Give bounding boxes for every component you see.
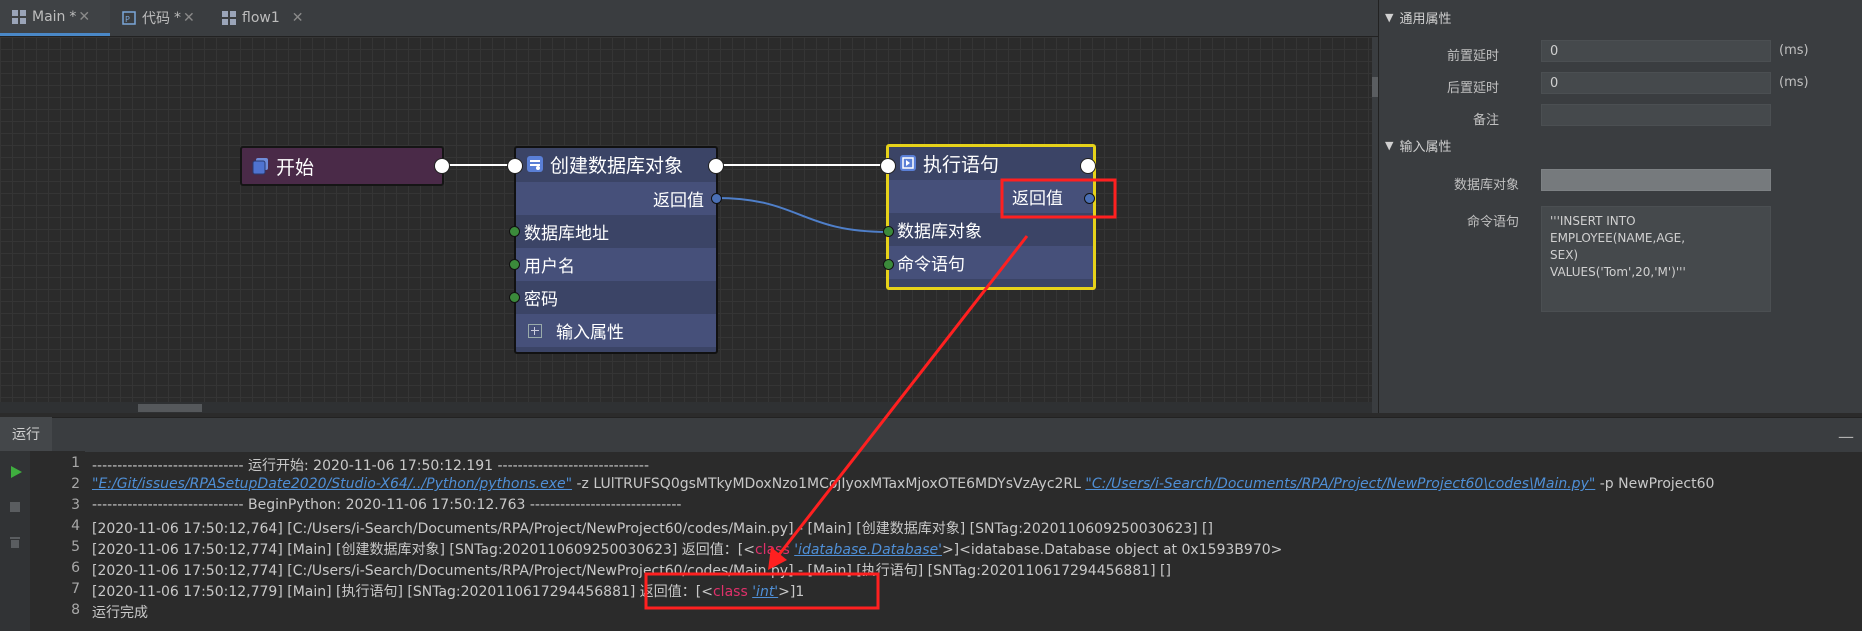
property-panel: ▼ 通用属性 前置延时 0 (ms) 后置延时 0 (ms) 备注 ▼ 输入属性… [1378,0,1862,413]
section-general[interactable]: ▼ 通用属性 [1379,2,1862,32]
section-input-title: 输入属性 [1399,139,1452,155]
console-header [0,417,1862,452]
node-start-out-port[interactable] [434,158,450,174]
command-line: '''INSERT INTO EMPLOYEE(NAME,AGE, [1550,214,1686,245]
input-password-label: 密码 [524,290,558,310]
node-exec-input-row: 数据库对象 [889,213,1093,246]
python-exe-link[interactable]: "E:/Git/issues/RPASetupDate2020/Studio-X… [92,476,572,492]
input-db-object-label: 数据库对象 [897,222,982,242]
db-object-label: 数据库对象 [1453,178,1519,193]
note-label: 备注 [1472,113,1499,128]
minimize-icon[interactable]: — [1838,427,1854,446]
input-password-port[interactable] [509,292,520,303]
line-number: 4 [71,518,80,534]
node-create-db-input-row: 密码 [516,281,716,314]
db-object-input[interactable] [1541,169,1771,191]
collapse-triangle-icon[interactable]: ▼ [1385,139,1393,152]
node-create-db-return-port[interactable] [711,193,722,204]
console-text: [2020-11-06 17:50:12,779] [Main] [执行语句] … [92,584,713,600]
node-create-db-output-row: 返回值 [516,182,716,215]
input-command-port[interactable] [883,259,894,270]
console-line: [2020-11-06 17:50:12,774] [Main] [创建数据库对… [92,539,1282,559]
node-create-db[interactable]: 创建数据库对象 返回值 数据库地址 用户名 密码 输入属性 [514,146,718,354]
console-line: [2020-11-06 17:50:12,774] [C:/Users/i-Se… [92,563,1171,579]
collapse-triangle-icon[interactable]: ▼ [1385,11,1393,24]
console-args: -z LUlTRUFSQ0gsMTkyMDoxNzo1MCojIyoxMTaxM… [572,476,1086,492]
expand-plus-icon[interactable] [528,323,542,338]
node-start-header: 开始 [242,148,442,184]
command-label: 命令语句 [1466,215,1519,230]
pre-delay-input[interactable]: 0 [1541,40,1771,62]
line-number: 5 [71,539,80,555]
wire-return-to-dbobj [715,197,889,233]
tab-run[interactable]: 运行 [0,417,52,451]
console-line: 运行完成 [92,605,148,621]
input-username-label: 用户名 [524,257,575,277]
command-line: SEX) [1550,248,1579,262]
input-db-address-port[interactable] [509,226,520,237]
section-input[interactable]: ▼ 输入属性 [1379,130,1862,160]
main-py-link[interactable]: "C:/Users/i-Search/Documents/RPA/Project… [1085,476,1595,492]
node-exec-input-row: 命令语句 [889,246,1093,279]
line-number: 8 [71,602,80,618]
post-delay-input[interactable]: 0 [1541,72,1771,94]
node-exec-output-row: 返回值 [889,180,1093,213]
input-command-label: 命令语句 [897,255,965,275]
input-db-address-label: 数据库地址 [524,224,609,244]
command-line: VALUES('Tom',20,'M')''' [1550,265,1686,279]
input-db-object-port[interactable] [883,226,894,237]
database-icon [527,156,543,172]
node-create-db-in-port[interactable] [507,158,523,174]
console-line: [2020-11-06 17:50:12,764] [C:/Users/i-Se… [92,521,1213,537]
class-keyword: class [754,542,790,558]
console-toolbar [0,451,30,631]
node-exec-out-port[interactable] [1080,158,1096,174]
input-username-port[interactable] [509,259,520,270]
console-line: "E:/Git/issues/RPASetupDate2020/Studio-X… [92,476,1714,492]
node-start[interactable]: 开始 [240,146,444,186]
start-icon [252,158,268,175]
node-exec-output-label: 返回值 [1012,189,1063,209]
node-exec-return-port[interactable] [1084,193,1095,204]
post-delay-label: 后置延时 [1446,81,1499,96]
pre-delay-label: 前置延时 [1446,49,1499,64]
line-number: 3 [71,497,80,513]
post-delay-unit: (ms) [1779,75,1809,90]
class-link[interactable]: 'idatabase.Database' [794,542,942,558]
note-input[interactable] [1541,104,1771,126]
node-create-db-title: 创建数据库对象 [550,154,684,177]
stop-icon[interactable] [9,501,21,513]
section-general-title: 通用属性 [1399,11,1452,27]
line-number: 7 [71,581,80,597]
pre-delay-unit: (ms) [1779,43,1809,58]
console-line: [2020-11-06 17:50:12,779] [Main] [执行语句] … [92,581,804,601]
console-text: >]<idatabase.Database object at 0x1593B9… [941,542,1283,558]
console-line: ------------------------------ BeginPyth… [92,497,682,513]
execute-icon [900,155,916,171]
node-create-db-input-row: 数据库地址 [516,215,716,248]
console-line: ------------------------------ 运行开始: 202… [92,458,650,474]
line-number: 6 [71,560,80,576]
node-exec-header: 执行语句 [889,147,1093,179]
class-keyword: class [712,584,748,600]
node-create-db-header: 创建数据库对象 [516,148,716,180]
node-exec[interactable]: 执行语句 返回值 数据库对象 命令语句 [886,144,1096,290]
node-create-db-input-row: 用户名 [516,248,716,281]
class-link[interactable]: 'int' [752,584,778,600]
trash-icon[interactable] [9,535,21,549]
line-number: 2 [71,476,80,492]
node-exec-title: 执行语句 [923,153,1000,176]
node-create-db-expand-row[interactable]: 输入属性 [516,314,716,347]
node-create-db-expand-label: 输入属性 [556,323,624,343]
console-text: [2020-11-06 17:50:12,774] [Main] [创建数据库对… [92,542,755,558]
node-create-db-output-label: 返回值 [653,191,704,211]
console-text: >]1 [778,584,805,600]
run-icon[interactable] [9,465,23,479]
command-textarea[interactable]: '''INSERT INTO EMPLOYEE(NAME,AGE, SEX) V… [1541,206,1771,312]
node-exec-in-port[interactable] [880,158,896,174]
console-args-tail: -p NewProject60 [1595,476,1715,492]
line-number: 1 [71,455,80,471]
node-start-title: 开始 [276,156,315,179]
node-create-db-out-port[interactable] [708,158,724,174]
